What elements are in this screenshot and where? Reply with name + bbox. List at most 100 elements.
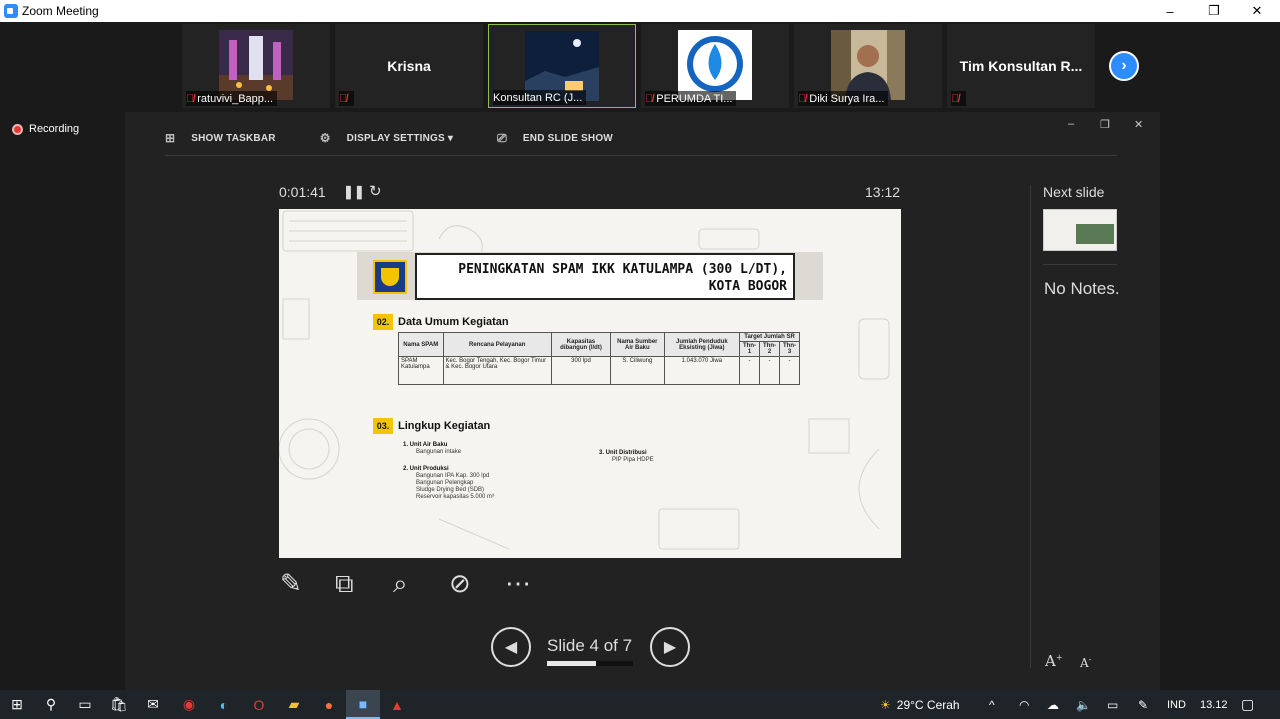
notifications-icon[interactable]: ▢ bbox=[1241, 690, 1254, 719]
mic-muted-icon: 🎙̸ bbox=[798, 92, 807, 105]
file-explorer-icon[interactable]: ▰ bbox=[277, 690, 311, 719]
participant-tile-active-speaker[interactable]: Konsultan RC (J... bbox=[488, 24, 636, 108]
store-icon[interactable]: 🛍 bbox=[102, 690, 136, 719]
end-show-icon: ⎚ bbox=[497, 130, 507, 145]
participant-video bbox=[219, 30, 293, 100]
presenter-close-button[interactable]: ✕ bbox=[1134, 118, 1143, 131]
presenter-toolbar: ⊞ SHOW TASKBAR ⚙ DISPLAY SETTINGS ▾ ⎚ END S… bbox=[165, 130, 657, 146]
table-header: Thn-1 bbox=[739, 341, 760, 357]
data-table: Nama SPAM Rencana Pelayanan Kapasitas di… bbox=[398, 332, 801, 385]
pen-icon[interactable]: ✎ bbox=[1138, 690, 1148, 719]
more-options-icon[interactable]: ⋯ bbox=[505, 568, 531, 599]
pen-tool-icon[interactable]: ✎ bbox=[280, 568, 302, 599]
presenter-minimize-button[interactable]: – bbox=[1068, 118, 1074, 130]
participant-video bbox=[831, 30, 905, 100]
section-number: 03. bbox=[373, 418, 393, 434]
slide-title: PENINGKATAN SPAM IKK KATULAMPA (300 L/DT… bbox=[415, 253, 795, 300]
elapsed-timer: 0:01:41 bbox=[279, 184, 326, 200]
show-taskbar-button[interactable]: ⊞ SHOW TASKBAR bbox=[165, 131, 276, 145]
decrease-font-button[interactable]: A- bbox=[1080, 655, 1091, 670]
presenter-restore-button[interactable]: ❐ bbox=[1100, 118, 1110, 131]
volume-icon[interactable]: 🔈 bbox=[1076, 690, 1091, 719]
restore-button[interactable]: ❐ bbox=[1194, 0, 1234, 22]
participant-tile[interactable]: 🎙̸ Diki Surya Ira... bbox=[794, 24, 942, 108]
mic-muted-icon: 🎙̸ bbox=[951, 92, 960, 105]
next-slide-label: Next slide bbox=[1043, 184, 1105, 200]
participant-tile[interactable]: 🎙̸ PERUMDA TI... bbox=[641, 24, 789, 108]
table-header: Nama SPAM bbox=[398, 332, 444, 357]
increase-font-button[interactable]: A+ bbox=[1045, 652, 1063, 670]
zoom-taskbar-icon[interactable]: ■ bbox=[346, 690, 380, 719]
participant-logo bbox=[678, 30, 752, 100]
weather-icon: ☀ bbox=[880, 697, 891, 712]
battery-icon[interactable]: ▭ bbox=[1107, 690, 1118, 719]
participant-name-label: 🎙̸ bbox=[951, 91, 967, 106]
slide-counter: Slide 4 of 7 bbox=[547, 636, 633, 655]
participant-name-label: 🎙̸ PERUMDA TI... bbox=[645, 91, 737, 106]
language-indicator[interactable]: IND bbox=[1167, 690, 1186, 719]
mail-icon[interactable]: ✉ bbox=[136, 690, 170, 719]
table-header: Jumlah Penduduk Eksisting (Jiwa) bbox=[663, 332, 741, 357]
recording-indicator[interactable]: Recording bbox=[12, 123, 79, 135]
table-header: Target Jumlah SR bbox=[739, 332, 800, 342]
current-slide[interactable]: PENINGKATAN SPAM IKK KATULAMPA (300 L/DT… bbox=[279, 209, 901, 558]
window-title: Zoom Meeting bbox=[22, 4, 99, 18]
taskbar-icon: ⊞ bbox=[165, 131, 176, 145]
show-hidden-icons[interactable]: ^ bbox=[989, 690, 995, 719]
scope-item: 1. Unit Air Baku Bangunan intake bbox=[403, 442, 462, 455]
minimize-button[interactable]: – bbox=[1150, 0, 1190, 22]
display-settings-button[interactable]: ⚙ DISPLAY SETTINGS ▾ bbox=[320, 131, 453, 145]
opera-browser-icon[interactable]: O bbox=[242, 690, 276, 719]
participant-tile[interactable]: 🎙̸ ratuvivi_Bapp... bbox=[182, 24, 330, 108]
next-slide-button[interactable]: ▶ bbox=[650, 627, 690, 667]
section-number: 02. bbox=[373, 314, 393, 330]
section-title: Lingkup Kegiatan bbox=[398, 420, 491, 432]
divider bbox=[165, 155, 1117, 156]
pu-logo bbox=[373, 260, 407, 294]
weather-widget[interactable]: ☀ 29°C Cerah bbox=[880, 690, 960, 719]
participant-gallery: 🎙̸ ratuvivi_Bapp... Krisna 🎙̸ Konsultan R… bbox=[0, 22, 1280, 110]
close-button[interactable]: ✕ bbox=[1237, 0, 1277, 22]
pdf-reader-icon[interactable]: ▲ bbox=[380, 690, 414, 719]
participant-name: Tim Konsultan R... bbox=[959, 58, 1083, 74]
windows-taskbar: ⊞ ⚲ ▭ 🛍 ✉ ◉ ◐ O ▰ ● ■ ▲ ☀ 29°C Cerah ^ ◠ … bbox=[0, 690, 1280, 719]
participant-name-label: Konsultan RC (J... bbox=[493, 90, 587, 105]
edge-browser-icon[interactable]: ◐ bbox=[207, 690, 241, 719]
app-icon[interactable]: ◉ bbox=[172, 690, 206, 719]
speaker-notes: No Notes. bbox=[1044, 279, 1120, 298]
table-header: Rencana Pelayanan bbox=[442, 332, 552, 357]
zoom-magnifier-icon[interactable]: ⌕ bbox=[393, 568, 408, 600]
task-view-icon[interactable]: ▭ bbox=[68, 690, 102, 719]
divider bbox=[1043, 264, 1117, 265]
slide-progress-bar bbox=[547, 661, 633, 666]
mic-muted-icon: 🎙̸ bbox=[645, 92, 654, 105]
table-header: Nama Sumber Air Baku bbox=[610, 332, 665, 357]
reset-timer-icon[interactable]: ↻ bbox=[369, 182, 382, 200]
black-screen-icon[interactable]: ⊘ bbox=[449, 568, 471, 599]
search-icon[interactable]: ⚲ bbox=[34, 690, 68, 719]
cloud-icon[interactable]: ☁ bbox=[1047, 690, 1059, 719]
next-page-icon[interactable]: › bbox=[1109, 51, 1139, 81]
end-slide-show-button[interactable]: ⎚ END SLIDE SHOW bbox=[497, 131, 613, 146]
firefox-icon[interactable]: ● bbox=[312, 690, 346, 719]
next-slide-thumbnail[interactable] bbox=[1043, 209, 1117, 251]
table-header: Kapasitas dibangun (l/dt) bbox=[550, 332, 612, 357]
participant-name: Krisna bbox=[387, 58, 431, 74]
display-settings-icon: ⚙ bbox=[319, 131, 331, 145]
taskbar-clock[interactable]: 13.12 bbox=[1200, 690, 1228, 719]
windows-start-icon[interactable]: ⊞ bbox=[0, 690, 34, 719]
wifi-icon[interactable]: ◠ bbox=[1019, 690, 1029, 719]
zoom-app-icon bbox=[4, 4, 18, 18]
participant-tile[interactable]: Tim Konsultan R... 🎙̸ bbox=[947, 24, 1095, 108]
slide-progress-fill bbox=[547, 661, 597, 666]
pause-timer-icon[interactable]: ❚❚ bbox=[343, 184, 365, 200]
table-header: Thn-2 bbox=[759, 341, 780, 357]
table-header: Thn-3 bbox=[778, 341, 801, 357]
previous-slide-button[interactable]: ◀ bbox=[491, 627, 531, 667]
mic-muted-icon: 🎙̸ bbox=[339, 92, 348, 105]
section-title: Data Umum Kegiatan bbox=[398, 316, 509, 328]
pane-divider bbox=[1030, 185, 1031, 668]
current-time: 13:12 bbox=[865, 184, 901, 200]
participant-tile[interactable]: Krisna 🎙̸ bbox=[335, 24, 483, 108]
see-all-slides-icon[interactable]: ⧉ bbox=[335, 568, 354, 600]
